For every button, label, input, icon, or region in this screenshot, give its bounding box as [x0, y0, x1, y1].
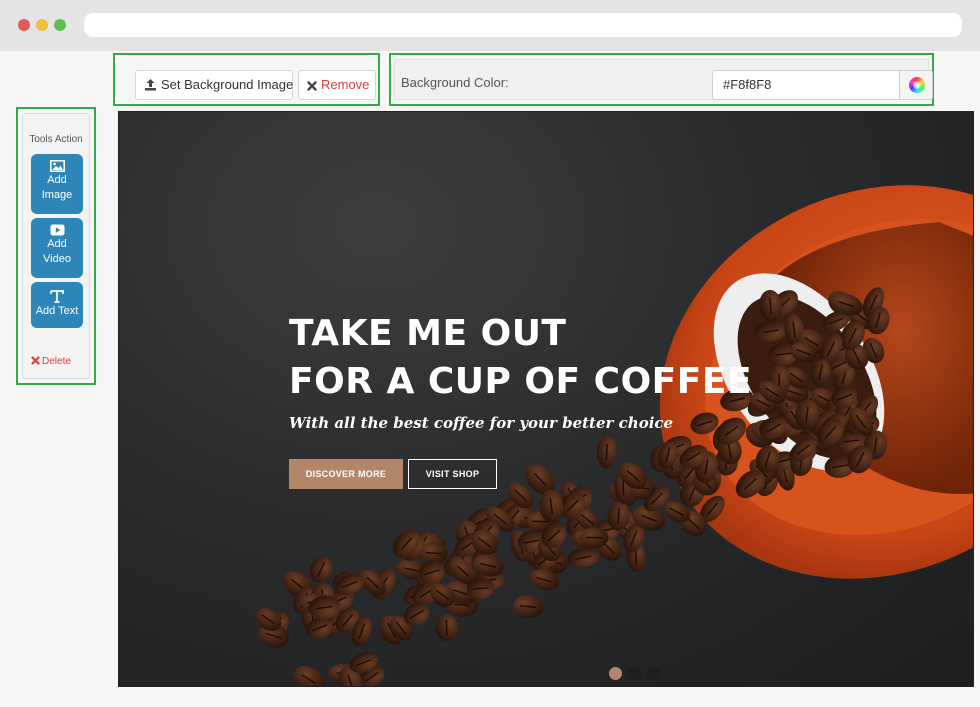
background-color-input[interactable]: #F8f8F8 [712, 70, 900, 100]
add-image-line2: Image [41, 189, 73, 201]
browser-chrome [0, 0, 980, 51]
add-text-button[interactable]: Add Text [31, 282, 83, 328]
coffee-bean-crease [472, 587, 489, 590]
delete-button[interactable]: Delete [31, 356, 71, 367]
add-image-button[interactable]: Add Image [31, 154, 83, 214]
add-video-line1: Add [47, 238, 67, 250]
tools-action-frame: Tools Action Add Image Add Video Add Tex… [16, 107, 96, 385]
hero-title: TAKE ME OUT FOR A CUP OF COFFEE [289, 310, 752, 406]
close-window-dot[interactable] [18, 19, 30, 31]
background-color-label: Background Color: [401, 75, 509, 90]
maximize-window-dot[interactable] [54, 19, 66, 31]
slider-canvas[interactable]: TAKE ME OUT FOR A CUP OF COFFEE With all… [118, 111, 974, 687]
minimize-window-dot[interactable] [36, 19, 48, 31]
set-background-image-label: Set Background Image [161, 77, 294, 92]
visit-shop-button[interactable]: VISIT SHOP [408, 459, 497, 489]
hero-subtitle: With all the best coffee for your better… [289, 414, 674, 432]
coffee-bean-crease [532, 520, 549, 523]
background-color-toolbar: Background Color: #F8f8F8 [389, 53, 934, 106]
slider-dot-1[interactable] [609, 667, 622, 680]
upload-icon [145, 79, 156, 91]
background-color-panel: Background Color: #F8f8F8 [394, 59, 933, 100]
background-image-toolbar: Set Background Image Remove [113, 53, 380, 106]
close-icon [307, 81, 317, 91]
tools-action-panel: Tools Action Add Image Add Video Add Tex… [22, 113, 90, 379]
add-video-button[interactable]: Add Video [31, 218, 83, 278]
coffee-bean-crease [617, 507, 620, 524]
delete-label: Delete [42, 356, 71, 367]
video-icon [50, 224, 64, 236]
text-icon [50, 290, 64, 303]
remove-background-button[interactable]: Remove [298, 70, 376, 100]
image-icon [49, 160, 65, 172]
discover-more-button[interactable]: DISCOVER MORE [289, 459, 403, 489]
slider-dot-3[interactable] [647, 667, 660, 680]
add-video-line2: Video [43, 253, 71, 265]
slider-dot-2[interactable] [628, 667, 641, 680]
set-background-image-button[interactable]: Set Background Image [135, 70, 293, 100]
address-bar[interactable] [84, 13, 962, 37]
color-picker-button[interactable] [899, 70, 933, 100]
tools-action-title: Tools Action [29, 134, 83, 145]
coffee-bean-crease [634, 548, 638, 565]
color-wheel-icon [909, 77, 925, 93]
coffee-bean-crease [605, 443, 608, 460]
coffee-bean [293, 665, 325, 686]
add-text-label: Add Text [35, 305, 79, 317]
hero-title-line1: TAKE ME OUT [289, 313, 567, 354]
add-image-line1: Add [47, 174, 67, 186]
remove-label: Remove [321, 77, 370, 92]
coffee-bean-crease [445, 619, 448, 636]
close-icon [31, 356, 40, 365]
hero-title-line2: FOR A CUP OF COFFEE [289, 361, 753, 402]
